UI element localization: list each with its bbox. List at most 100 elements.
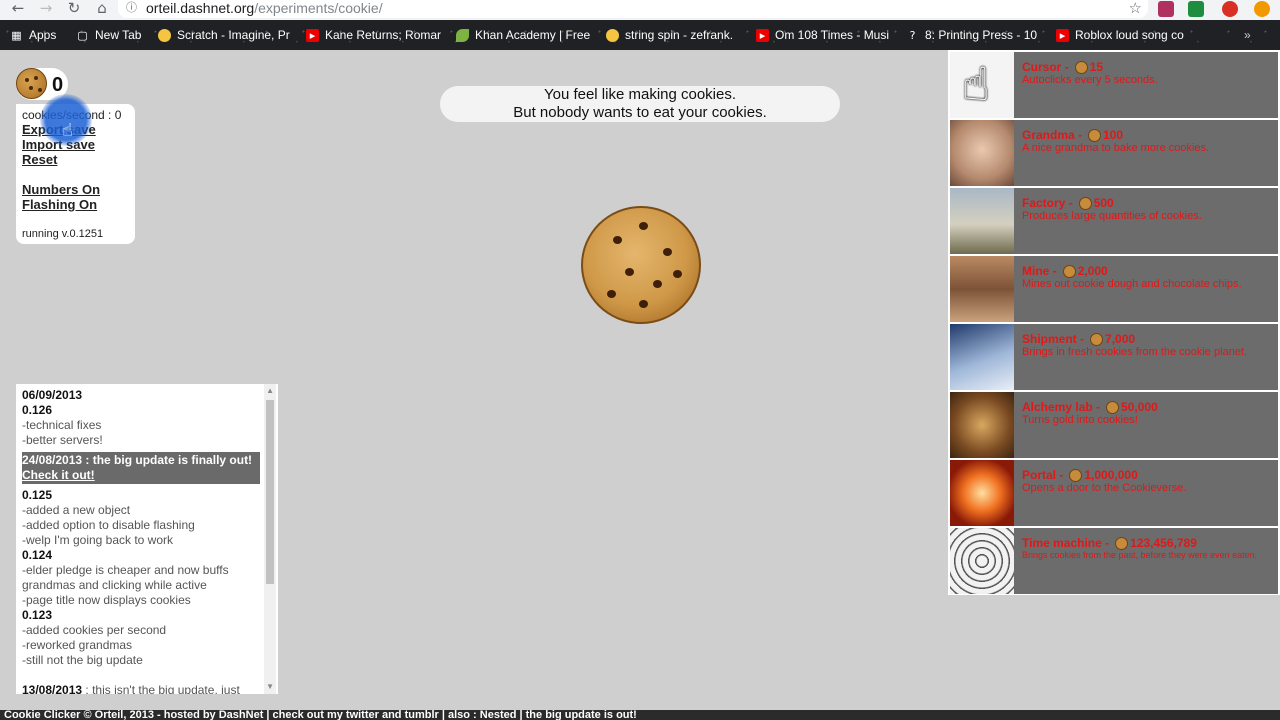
back-icon[interactable]: ← [8,0,28,18]
item-name: Grandma -100 [1022,128,1124,143]
changelog-note: -elder pledge is cheaper and now buffs [22,563,229,577]
hand-cursor-icon: ☝ [62,120,73,141]
footer: Cookie Clicker © Orteil, 2013 - hosted b… [0,710,1280,720]
forward-icon[interactable]: → [36,0,56,18]
item-name: Mine -2,000 [1022,264,1108,279]
grandma-thumbnail [950,120,1014,186]
changelog-version: 0.123 [22,608,53,622]
store-item-grandma[interactable]: Grandma -100 A nice grandma to bake more… [950,120,1278,186]
store-item-shipment[interactable]: Shipment -7,000 Brings in fresh cookies … [950,324,1278,390]
announcement-text: 24/08/2013 : the big update is finally o… [22,453,253,467]
store-item-mine[interactable]: Mine -2,000 Mines out cookie dough and c… [950,256,1278,322]
khan-leaf-icon [456,28,469,42]
store-item-portal[interactable]: Portal -1,000,000 Opens a door to the Co… [950,460,1278,526]
changelog-note: -added a new object [22,503,131,517]
bookmark-new-tab[interactable]: ▢ New Tab [76,26,141,44]
item-description: Brings in fresh cookies from the cookie … [1022,346,1248,358]
bookmark-kane-returns[interactable]: ▸ Kane Returns; Romar [306,26,442,44]
item-description: Turns gold into cookies! [1022,414,1138,426]
reload-icon[interactable]: ↻ [64,0,84,18]
mine-thumbnail [950,256,1014,322]
browser-chrome: ← → ↻ ⌂ ⓘ orteil.dashnet.org/experiments… [0,0,1280,50]
changelog-note: -added cookies per second [22,623,167,637]
flashing-toggle-link[interactable]: Flashing On [22,197,129,212]
item-name: Alchemy lab -50,000 [1022,400,1158,415]
page-icon: ▢ [77,28,88,42]
changelog-version: 0.125 [22,488,53,502]
message-banner: You feel like making cookies. But nobody… [440,86,840,122]
changelog-note: -welp I'm going back to work [22,533,174,547]
home-icon[interactable]: ⌂ [92,0,112,18]
bookmark-roblox[interactable]: ▸ Roblox loud song co [1056,26,1192,44]
scroll-down-icon[interactable]: ▼ [266,682,274,691]
changelog-content: 06/09/2013 0.126 -technical fixes -bette… [22,388,260,694]
store-item-factory[interactable]: Factory -500 Produces large quantities o… [950,188,1278,254]
changelog-entry: 13/08/2013 : this isn't the big update, … [22,683,240,694]
extension-icon[interactable] [1254,1,1270,17]
changelog-note: -added option to disable flashing [22,518,195,532]
item-description: Autoclicks every 5 seconds. [1022,74,1158,86]
factory-thumbnail [950,188,1014,254]
reset-link[interactable]: Reset [22,152,129,167]
version-label: running v.0.1251 [22,228,104,240]
youtube-icon: ▸ [1056,28,1069,42]
pointing-hand-icon: ☝ [962,57,991,111]
alchemy-lab-thumbnail [950,392,1014,458]
item-description: Brings cookies from the past, before the… [1022,550,1258,560]
extension-icon[interactable] [1188,1,1204,17]
bookmark-printing-press[interactable]: ? 8: Printing Press - 10 [906,26,1042,44]
scroll-up-icon[interactable]: ▲ [266,386,274,395]
changelog-date: 06/09/2013 [22,388,83,402]
changelog-note: -page title now displays cookies [22,593,191,607]
item-name: Factory -500 [1022,196,1114,211]
cursor-thumbnail: ☝ [950,52,1014,118]
extension-icon[interactable] [1222,1,1238,17]
scrollbar-thumb[interactable] [266,400,274,584]
time-machine-thumbnail [950,528,1014,594]
message-line: You feel like making cookies. [543,86,737,103]
numbers-toggle-link[interactable]: Numbers On [22,182,129,197]
store-item-alchemy-lab[interactable]: Alchemy lab -50,000 Turns gold into cook… [950,392,1278,458]
changelog-note: -technical fixes [22,418,102,432]
check-it-out-link[interactable]: Check it out! [22,468,260,483]
more-bookmarks-icon[interactable]: » [1244,26,1251,44]
item-description: Produces large quantities of cookies. [1022,210,1202,222]
item-description: Mines out cookie dough and chocolate chi… [1022,278,1242,290]
extension-icon[interactable] [1158,1,1174,17]
address-bar[interactable]: ⓘ orteil.dashnet.org/experiments/cookie/… [118,0,1148,18]
item-name: Portal -1,000,000 [1022,468,1138,483]
update-announcement: 24/08/2013 : the big update is finally o… [22,452,260,484]
bookmark-scratch[interactable]: Scratch - Imagine, Pr [158,26,293,44]
apps-grid-icon: ▦ [11,28,22,42]
url-text[interactable]: orteil.dashnet.org/experiments/cookie/ [146,0,383,16]
changelog-note: -better servers! [22,433,103,447]
item-name: Cursor -15 [1022,60,1104,75]
changelog-panel[interactable]: 06/09/2013 0.126 -technical fixes -bette… [16,384,278,694]
changelog-note: grandmas and clicking while active [22,578,207,592]
smiley-icon [606,28,619,42]
toolbar: ← → ↻ ⌂ ⓘ orteil.dashnet.org/experiments… [0,0,1280,20]
store-panel: ☝ Cursor -15 Autoclicks every 5 seconds.… [948,50,1280,595]
bookmark-star-icon[interactable]: ☆ [1129,0,1142,17]
portal-thumbnail [950,460,1014,526]
bookmark-om-108[interactable]: ▸ Om 108 Times - Musi [756,26,892,44]
bookmark-string-spin[interactable]: string spin - zefrank. [606,26,742,44]
item-name: Shipment -7,000 [1022,332,1136,347]
item-description: A nice grandma to bake more cookies. [1022,142,1210,154]
bookmark-apps[interactable]: ▦ Apps [10,26,56,44]
store-item-time-machine[interactable]: Time machine -123,456,789 Brings cookies… [950,528,1278,594]
youtube-icon: ▸ [756,28,769,42]
info-icon[interactable]: ⓘ [126,0,137,16]
changelog-version: 0.124 [22,548,53,562]
changelog-version: 0.126 [22,403,53,417]
youtube-icon: ▸ [306,28,319,42]
item-name: Time machine -123,456,789 [1022,536,1197,551]
item-description: Opens a door to the Cookieverse. [1022,482,1187,494]
message-line: But nobody wants to eat your cookies. [513,104,767,121]
store-item-cursor[interactable]: ☝ Cursor -15 Autoclicks every 5 seconds. [950,52,1278,118]
bookmarks-bar: ▦ Apps ▢ New Tab Scratch - Imagine, Pr ▸ Ka… [0,20,1280,50]
scratch-icon [158,28,171,42]
big-cookie-button[interactable] [581,206,701,324]
bookmark-khan-academy[interactable]: Khan Academy | Free [456,26,592,44]
cookie-icon [16,68,47,99]
